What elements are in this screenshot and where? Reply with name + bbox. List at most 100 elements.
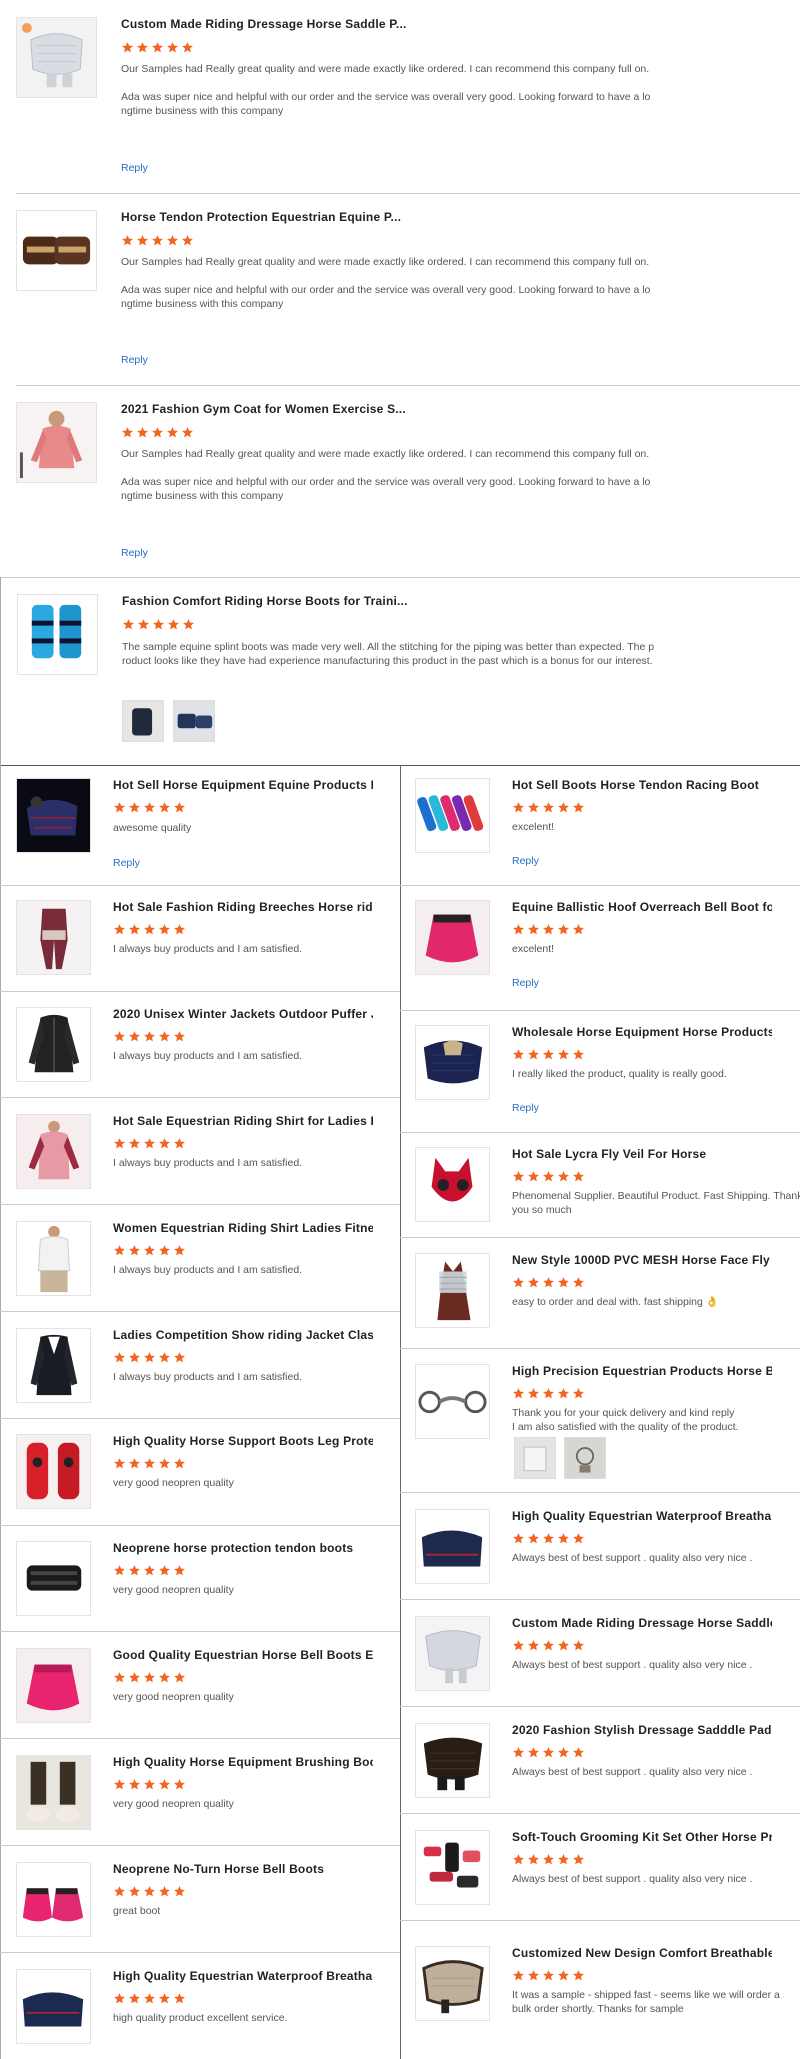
beige-saddle-pad-icon[interactable] <box>415 1946 490 2021</box>
review-text: It was a sample - shipped fast - seems l… <box>512 1989 780 2015</box>
star-icon <box>121 41 134 54</box>
review-text: The sample equine splint boots was made … <box>122 640 656 668</box>
tendon-boots-icon[interactable] <box>16 1541 91 1616</box>
navy-rug-icon[interactable] <box>415 1509 490 1584</box>
fly-mask-icon[interactable] <box>415 1253 490 1328</box>
product-title[interactable]: Ladies Competition Show riding Jacket Cl… <box>113 1328 373 1342</box>
product-title[interactable]: Custom Made Riding Dressage Horse Saddle… <box>121 17 541 31</box>
star-icon <box>113 1137 126 1150</box>
column-divider <box>400 765 401 2059</box>
horse-rug-icon[interactable] <box>16 778 91 853</box>
saddle-pad-icon[interactable] <box>16 17 97 98</box>
product-title[interactable]: High Precision Equestrian Products Horse… <box>512 1364 772 1378</box>
product-title[interactable]: 2021 Fashion Gym Coat for Women Exercise… <box>121 402 541 416</box>
star-icon <box>173 1778 186 1791</box>
review-photo[interactable] <box>122 700 164 742</box>
product-title[interactable]: Horse Tendon Protection Equestrian Equin… <box>121 210 541 224</box>
divider <box>400 885 800 886</box>
star-rating <box>113 1030 188 1044</box>
brown-saddle-pad-icon[interactable] <box>415 1723 490 1798</box>
reply-link[interactable]: Reply <box>121 162 148 174</box>
show-jacket-icon[interactable] <box>16 1328 91 1403</box>
shirt-icon[interactable] <box>16 1114 91 1189</box>
bell-boots-icon[interactable] <box>16 1648 91 1723</box>
reply-link[interactable]: Reply <box>121 354 148 366</box>
waterproof-rug-icon[interactable] <box>16 1969 91 2044</box>
boots-icon[interactable] <box>17 594 98 675</box>
star-rating <box>512 1969 587 1983</box>
product-title[interactable]: Hot Sale Fashion Riding Breeches Horse r… <box>113 900 373 914</box>
product-title[interactable]: High Quality Horse Support Boots Leg Pro… <box>113 1434 373 1448</box>
product-title[interactable]: Hot Sell Horse Equipment Equine Products… <box>113 778 373 792</box>
navy-saddle-pad-icon[interactable] <box>415 1025 490 1100</box>
reply-link[interactable]: Reply <box>512 977 539 989</box>
product-title[interactable]: Hot Sale Equestrian Riding Shirt for Lad… <box>113 1114 373 1128</box>
star-icon <box>512 801 525 814</box>
grooming-kit-icon[interactable] <box>415 1830 490 1905</box>
star-icon <box>113 1244 126 1257</box>
star-icon <box>542 1853 555 1866</box>
review-paragraph: Ada was super nice and helpful with our … <box>121 284 651 310</box>
divider <box>400 1920 800 1921</box>
product-title[interactable]: 2020 Fashion Stylish Dressage Sadddle Pa… <box>512 1723 772 1737</box>
reply-link[interactable]: Reply <box>113 857 140 869</box>
star-icon <box>151 234 164 247</box>
star-icon <box>173 1564 186 1577</box>
coat-icon[interactable] <box>16 402 97 483</box>
star-icon <box>158 1992 171 2005</box>
star-icon <box>128 1351 141 1364</box>
horse-bit-icon[interactable] <box>415 1364 490 1439</box>
product-title[interactable]: Custom Made Riding Dressage Horse Saddle… <box>512 1616 772 1630</box>
jacket-icon[interactable] <box>16 1007 91 1082</box>
overreach-boot-icon[interactable] <box>415 900 490 975</box>
product-title[interactable]: Hot Sale Lycra Fly Veil For Horse <box>512 1147 772 1161</box>
breeches-icon[interactable] <box>16 900 91 975</box>
star-icon <box>128 1885 141 1898</box>
star-icon <box>158 1244 171 1257</box>
reply-link[interactable]: Reply <box>512 855 539 867</box>
product-title[interactable]: 2020 Unisex Winter Jackets Outdoor Puffe… <box>113 1007 373 1021</box>
brushing-boots-icon[interactable] <box>16 1755 91 1830</box>
star-icon <box>527 1170 540 1183</box>
fly-veil-icon[interactable] <box>415 1147 490 1222</box>
no-turn-bell-boots-icon[interactable] <box>16 1862 91 1937</box>
star-icon <box>143 1992 156 2005</box>
product-title[interactable]: Customized New Design Comfort Breathable… <box>512 1946 772 1960</box>
product-title[interactable]: High Quality Equestrian Waterproof Breat… <box>113 1969 373 1983</box>
product-title[interactable]: Wholesale Horse Equipment Horse Products… <box>512 1025 772 1039</box>
racing-boots-icon[interactable] <box>415 778 490 853</box>
product-title[interactable]: High Quality Equestrian Waterproof Breat… <box>512 1509 772 1523</box>
product-title[interactable]: Neoprene horse protection tendon boots <box>113 1541 373 1555</box>
star-icon <box>557 1969 570 1982</box>
star-rating <box>121 426 196 440</box>
star-icon <box>527 1532 540 1545</box>
white-shirt-icon[interactable] <box>16 1221 91 1296</box>
review-text: I always buy products and I am satisfied… <box>113 943 303 955</box>
star-icon <box>557 1639 570 1652</box>
red-boots-icon[interactable] <box>16 1434 91 1509</box>
grey-saddle-pad-icon[interactable] <box>415 1616 490 1691</box>
review-photo[interactable] <box>564 1437 606 1479</box>
review-photo[interactable] <box>514 1437 556 1479</box>
star-icon <box>572 1853 585 1866</box>
reply-link[interactable]: Reply <box>512 1102 539 1114</box>
star-icon <box>542 1746 555 1759</box>
product-title[interactable]: Neoprene No-Turn Horse Bell Boots <box>113 1862 373 1876</box>
review-photo[interactable] <box>173 700 215 742</box>
product-title[interactable]: Soft-Touch Grooming Kit Set Other Horse … <box>512 1830 772 1844</box>
product-title[interactable]: Equine Ballistic Hoof Overreach Bell Boo… <box>512 900 772 914</box>
star-icon <box>542 1639 555 1652</box>
product-title[interactable]: Fashion Comfort Riding Horse Boots for T… <box>122 594 542 608</box>
product-title[interactable]: Hot Sell Boots Horse Tendon Racing Boot <box>512 778 772 792</box>
star-icon <box>173 1885 186 1898</box>
reply-link[interactable]: Reply <box>121 547 148 559</box>
product-title[interactable]: New Style 1000D PVC MESH Horse Face Fly … <box>512 1253 772 1267</box>
review-text: Always best of best support . quality al… <box>512 1766 753 1778</box>
product-title[interactable]: Good Quality Equestrian Horse Bell Boots… <box>113 1648 373 1662</box>
star-icon <box>128 801 141 814</box>
product-title[interactable]: Women Equestrian Riding Shirt Ladies Fit… <box>113 1221 373 1235</box>
review-paragraph: Ada was super nice and helpful with our … <box>121 91 651 117</box>
bandage-icon[interactable] <box>16 210 97 291</box>
star-icon <box>527 801 540 814</box>
product-title[interactable]: High Quality Horse Equipment Brushing Bo… <box>113 1755 373 1769</box>
